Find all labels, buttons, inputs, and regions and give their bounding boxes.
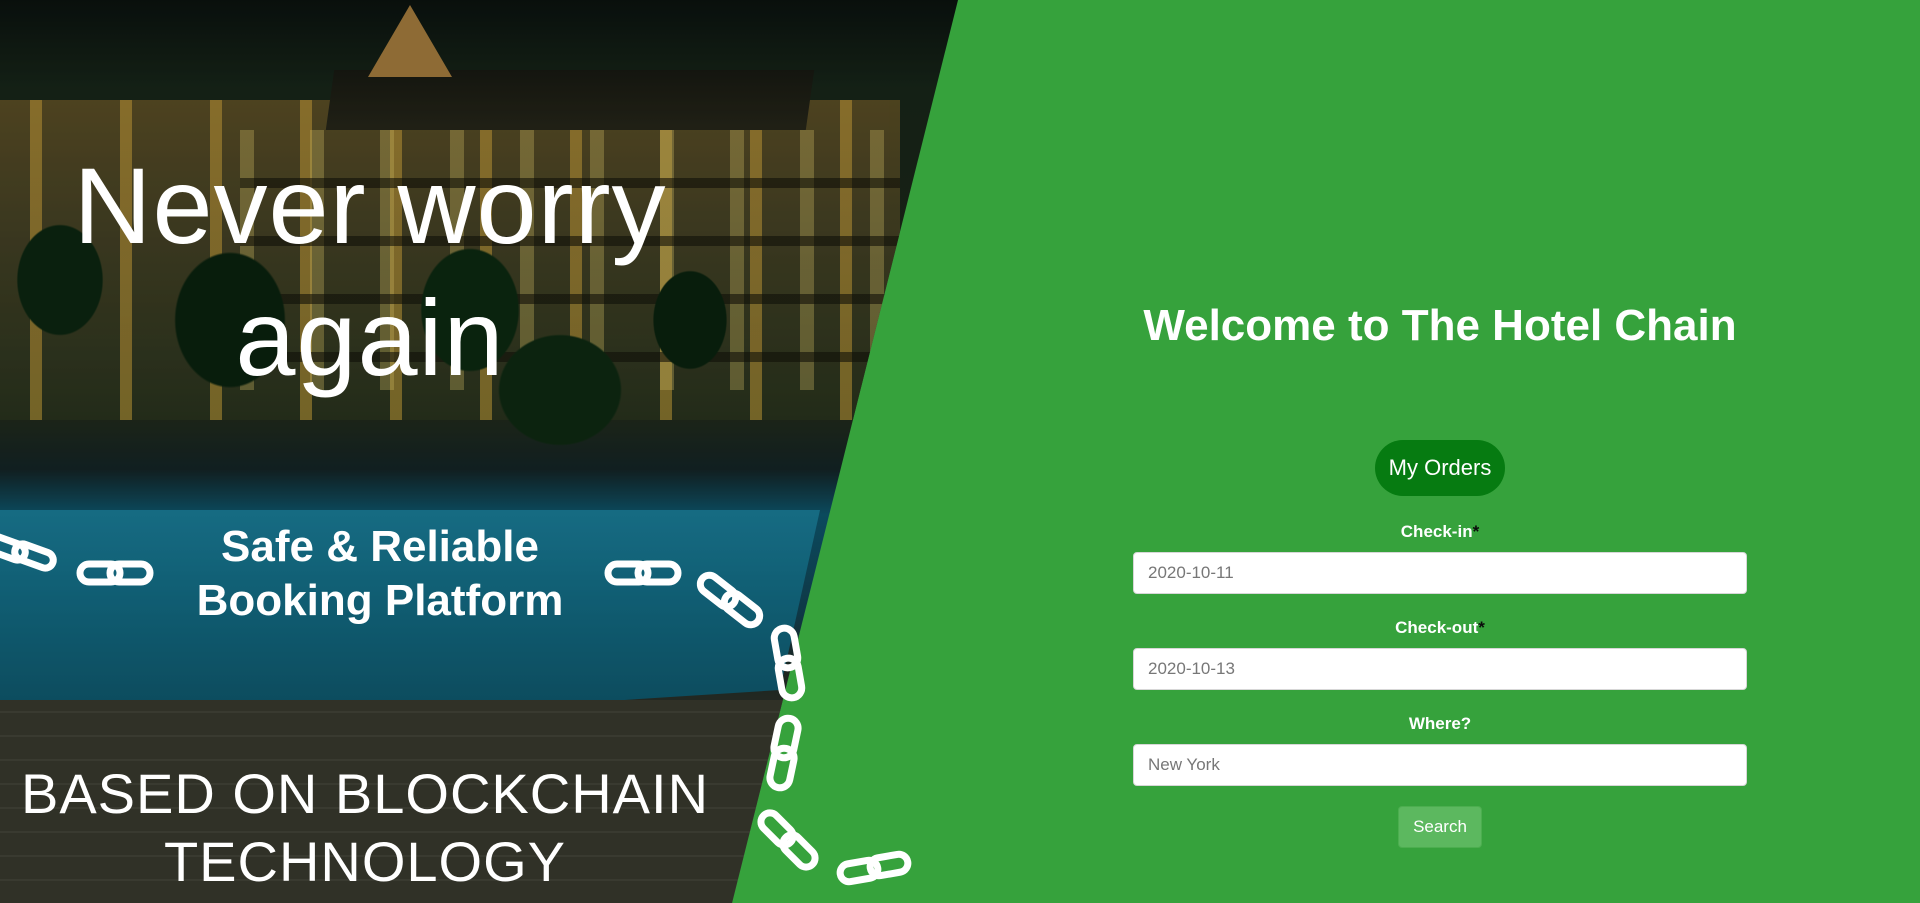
search-panel: Welcome to The Hotel Chain My Orders Che… [1120,290,1760,848]
hero-headline: Never worry again [73,145,667,398]
chain-link-icon [76,560,154,586]
where-label: Where? [1408,714,1472,733]
chain-link-icon [770,624,806,702]
chain-link-icon [766,714,802,792]
required-mark: * [1478,618,1485,637]
chain-link-icon [836,850,912,886]
my-orders-button[interactable]: My Orders [1374,440,1506,496]
checkout-label: Check-out* [1120,618,1760,638]
chain-link-icon [0,532,57,572]
required-mark: * [1472,522,1480,541]
checkout-label-text: Check-out [1395,618,1479,637]
chain-link-icon [604,560,682,586]
welcome-title: Welcome to The Hotel Chain [1143,301,1737,350]
checkin-date-input[interactable] [1133,552,1747,594]
search-button[interactable]: Search [1398,806,1482,848]
checkin-label-text: Check-in [1400,522,1473,541]
checkout-date-input[interactable] [1133,648,1747,690]
chain-link-icon [757,809,819,871]
checkin-label: Check-in* [1120,522,1760,542]
hero-tagline: Safe & Reliable Booking Platform [196,522,564,625]
hero-technology-text: BASED ON BLOCKCHAIN TECHNOLOGY [20,762,710,893]
chain-link-icon [696,571,764,629]
destination-input[interactable] [1133,744,1747,786]
